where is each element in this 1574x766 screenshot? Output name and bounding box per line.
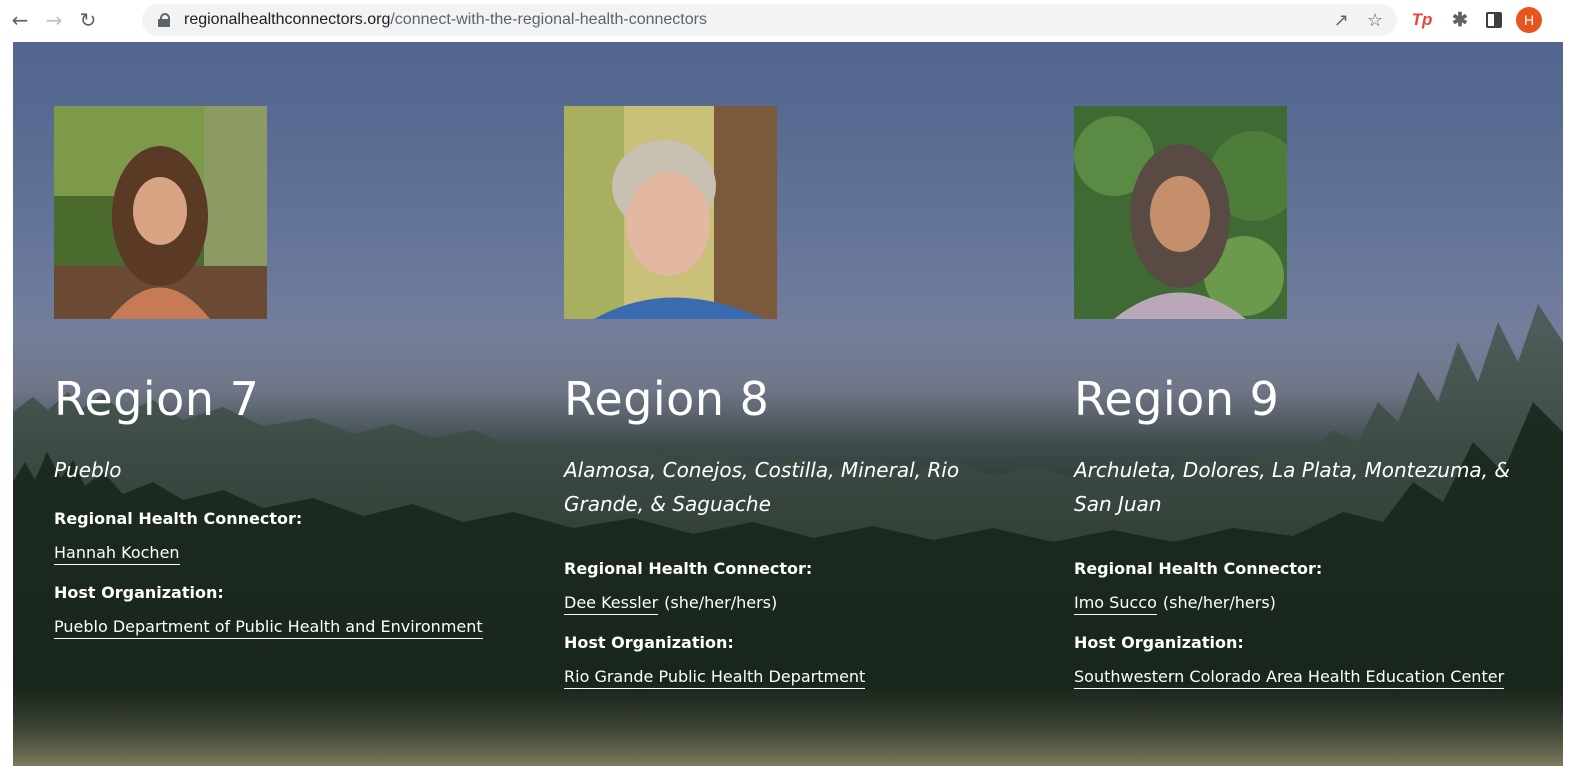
lock-icon[interactable] [158,13,170,27]
connector-label: Regional Health Connector: [564,559,813,578]
page-content: Region 7 Pueblo Regional Health Connecto… [13,42,1563,766]
region-title: Region 9 [1074,372,1280,426]
connector-photo [564,106,777,319]
reload-icon[interactable]: ↻ [74,6,102,34]
extensions-puzzle-icon[interactable]: ✱ [1448,8,1472,32]
host-org-link[interactable]: Southwestern Colorado Area Health Educat… [1074,667,1505,689]
url-text[interactable]: regionalhealthconnectors.org/connect-wit… [184,11,707,29]
forward-arrow-icon[interactable]: → [40,6,68,34]
share-icon[interactable]: ↗ [1334,10,1349,31]
connector-label: Regional Health Connector: [1074,559,1323,578]
connector-pronouns: (she/her/hers) [664,593,778,612]
region-counties: Archuleta, Dolores, La Plata, Montezuma,… [1074,458,1510,516]
region-title: Region 8 [564,372,770,426]
connector-name-link[interactable]: Hannah Kochen [54,543,180,565]
connector-line: Hannah Kochen [54,543,524,565]
connector-name-link[interactable]: Imo Succo [1074,593,1157,615]
connector-line: Dee Kessler (she/her/hers) [564,593,1034,615]
host-line: Rio Grande Public Health Department [564,667,1034,689]
host-line: Southwestern Colorado Area Health Educat… [1074,667,1544,689]
connector-name-link[interactable]: Dee Kessler [564,593,659,615]
connector-photo [54,106,267,319]
profile-avatar[interactable]: H [1516,7,1542,33]
url-path: /connect-with-the-regional-health-connec… [390,11,707,28]
region-9-card: Region 9 Archuleta, Dolores, La Plata, M… [1074,106,1544,689]
host-label: Host Organization: [54,583,224,602]
region-8-card: Region 8 Alamosa, Conejos, Costilla, Min… [564,106,1034,689]
host-org-link[interactable]: Pueblo Department of Public Health and E… [54,617,483,639]
host-label: Host Organization: [564,633,734,652]
browser-toolbar: ← → ↻ regionalhealthconnectors.org/conne… [0,0,1574,40]
side-panel-icon[interactable] [1486,12,1502,28]
host-org-link[interactable]: Rio Grande Public Health Department [564,667,866,689]
region-7-card: Region 7 Pueblo Regional Health Connecto… [54,106,524,639]
connector-label: Regional Health Connector: [54,509,303,528]
host-label: Host Organization: [1074,633,1244,652]
region-counties: Pueblo [54,458,122,482]
back-arrow-icon[interactable]: ← [6,6,34,34]
url-domain: regionalhealthconnectors.org [184,11,391,28]
host-line: Pueblo Department of Public Health and E… [54,617,524,639]
tp-extension-icon[interactable]: Tp [1410,8,1434,32]
bookmark-star-icon[interactable]: ☆ [1367,10,1383,31]
connector-line: Imo Succo (she/her/hers) [1074,593,1544,615]
region-counties: Alamosa, Conejos, Costilla, Mineral, Rio… [564,458,960,516]
address-bar[interactable]: regionalhealthconnectors.org/connect-wit… [142,4,1397,36]
connector-pronouns: (she/her/hers) [1162,593,1276,612]
connector-photo [1074,106,1287,319]
region-title: Region 7 [54,372,260,426]
